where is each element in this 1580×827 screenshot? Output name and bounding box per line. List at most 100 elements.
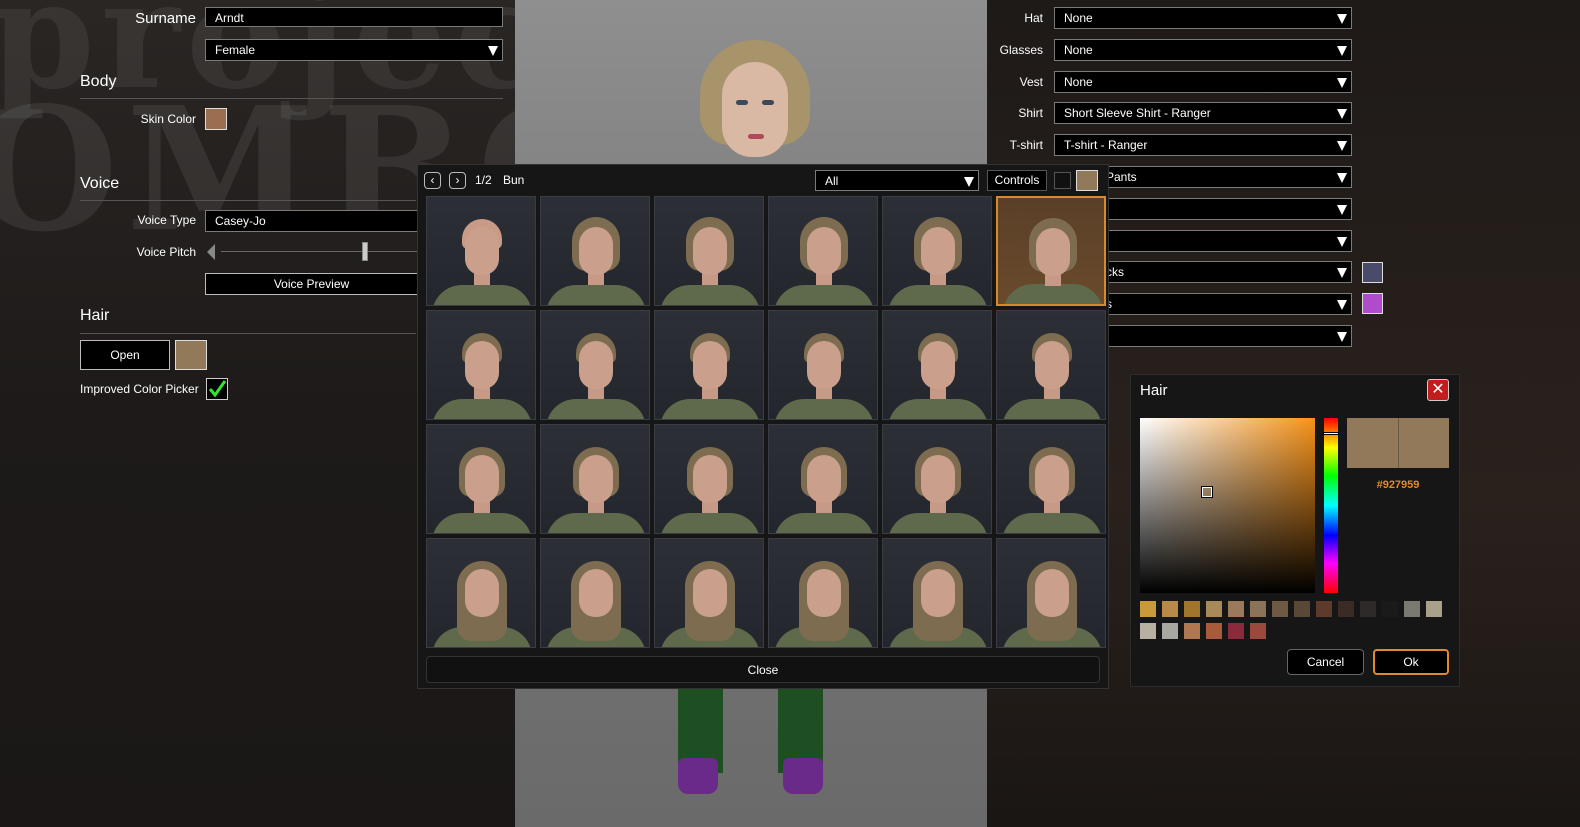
body-header: Body	[80, 73, 117, 90]
hair-style-option[interactable]	[768, 310, 878, 420]
dropdown-arrow-icon	[1337, 236, 1347, 247]
palette-swatch[interactable]	[1404, 601, 1420, 617]
hair-style-option[interactable]	[540, 310, 650, 420]
clothing-dropdown[interactable]: None	[1054, 7, 1352, 29]
hair-style-option[interactable]	[654, 538, 764, 648]
voice-pitch-slider[interactable]	[205, 240, 417, 264]
hair-style-option[interactable]	[882, 196, 992, 306]
shirt	[546, 285, 646, 305]
shirt	[888, 513, 988, 533]
slider-thumb[interactable]	[361, 242, 368, 261]
clothing-dropdown[interactable]: None	[1054, 38, 1352, 61]
hair-style-option[interactable]	[426, 538, 536, 648]
hair-style-option[interactable]	[768, 538, 878, 648]
hair-style-option[interactable]	[768, 196, 878, 306]
hair-style-option[interactable]	[540, 538, 650, 648]
palette-swatch[interactable]	[1316, 601, 1332, 617]
close-button[interactable]: Close	[426, 656, 1100, 683]
surname-input[interactable]: Arndt	[205, 7, 503, 27]
palette-swatch[interactable]	[1184, 601, 1200, 617]
shoes-color-swatch[interactable]	[1362, 293, 1383, 314]
palette-swatch[interactable]	[1250, 601, 1266, 617]
palette-swatch[interactable]	[1206, 623, 1222, 639]
saturation-value-field[interactable]	[1140, 418, 1315, 593]
divider	[80, 333, 416, 334]
voice-type-value: Casey-Jo	[215, 214, 266, 228]
hair-style-option[interactable]	[996, 538, 1106, 648]
palette-swatch[interactable]	[1140, 601, 1156, 617]
divider	[80, 98, 503, 99]
hair-style-option[interactable]	[540, 196, 650, 306]
palette-swatch[interactable]	[1228, 623, 1244, 639]
palette-swatch[interactable]	[1294, 601, 1310, 617]
ok-button[interactable]: Ok	[1373, 649, 1449, 675]
slider-track	[221, 251, 417, 252]
skin-color-swatch[interactable]	[205, 108, 227, 130]
palette-swatch[interactable]	[1228, 601, 1244, 617]
hair-style-option[interactable]	[882, 538, 992, 648]
palette-swatch[interactable]	[1272, 601, 1288, 617]
palette-swatch[interactable]	[1250, 623, 1266, 639]
hair-style-option[interactable]	[654, 196, 764, 306]
hair-style-option[interactable]	[996, 196, 1106, 306]
background-color-swatch[interactable]	[1076, 170, 1098, 191]
palette-swatch[interactable]	[1426, 601, 1442, 617]
clothing-dropdown[interactable]: T-shirt - Ranger	[1054, 134, 1352, 157]
palette-swatch[interactable]	[1140, 623, 1156, 639]
character-face	[722, 62, 788, 157]
palette-swatch[interactable]	[1162, 601, 1178, 617]
hue-thumb[interactable]	[1323, 432, 1339, 435]
speaker-icon	[207, 244, 215, 260]
hair-color-swatch[interactable]	[175, 340, 207, 370]
gender-value: Female	[215, 43, 256, 57]
hair-style-option[interactable]	[882, 424, 992, 534]
color-cursor[interactable]	[1201, 486, 1213, 498]
previous-page-button[interactable]: ‹	[424, 172, 441, 189]
voice-type-dropdown[interactable]: Casey-Jo	[205, 210, 417, 232]
close-icon[interactable]: ✕	[1427, 379, 1449, 401]
next-page-button[interactable]: ›	[449, 172, 466, 189]
clothing-label: T-shirt	[1009, 138, 1043, 153]
dropdown-arrow-icon	[1337, 332, 1347, 342]
hair-style-option[interactable]	[426, 196, 536, 306]
palette-swatch[interactable]	[1382, 601, 1398, 617]
hair-style-picker: ‹ › 1/2 Bun All Controls Close	[417, 164, 1109, 689]
face	[693, 341, 727, 389]
hair-style-option[interactable]	[540, 424, 650, 534]
clothing-dropdown[interactable]: None	[1054, 70, 1352, 93]
color-picker-title: Hair	[1140, 382, 1168, 399]
filter-value: All	[825, 174, 839, 188]
palette-swatch[interactable]	[1206, 601, 1222, 617]
hair-style-option[interactable]	[426, 310, 536, 420]
filter-dropdown[interactable]: All	[815, 170, 979, 191]
voice-preview-button[interactable]: Voice Preview	[205, 273, 417, 295]
hair-style-option[interactable]	[654, 424, 764, 534]
face	[465, 569, 499, 617]
palette-swatch[interactable]	[1360, 601, 1376, 617]
hair-style-option[interactable]	[768, 424, 878, 534]
hair-style-option[interactable]	[426, 424, 536, 534]
palette-swatch[interactable]	[1162, 623, 1178, 639]
hair-style-option[interactable]	[996, 424, 1106, 534]
palette-swatch[interactable]	[1184, 623, 1200, 639]
background-dark-swatch[interactable]	[1054, 172, 1071, 189]
palette-swatch[interactable]	[1338, 601, 1354, 617]
improved-color-checkbox[interactable]	[206, 378, 228, 400]
socks-color-swatch[interactable]	[1362, 262, 1383, 283]
hue-slider[interactable]	[1323, 418, 1339, 593]
controls-button[interactable]: Controls	[987, 170, 1047, 191]
dropdown-arrow-icon	[964, 177, 974, 187]
dropdown-arrow-icon	[488, 46, 498, 56]
hair-style-option[interactable]	[882, 310, 992, 420]
clothing-dropdown[interactable]: Short Sleeve Shirt - Ranger	[1054, 102, 1352, 125]
shirt	[774, 285, 874, 305]
hair-open-button[interactable]: Open	[80, 340, 170, 370]
face	[693, 455, 727, 503]
gender-dropdown[interactable]: Female	[205, 39, 503, 61]
cancel-button[interactable]: Cancel	[1287, 649, 1364, 675]
hair-style-option[interactable]	[654, 310, 764, 420]
divider	[80, 200, 416, 201]
clothing-label: Vest	[1019, 74, 1043, 89]
dropdown-arrow-icon	[1337, 268, 1347, 279]
hair-style-option[interactable]	[996, 310, 1106, 420]
